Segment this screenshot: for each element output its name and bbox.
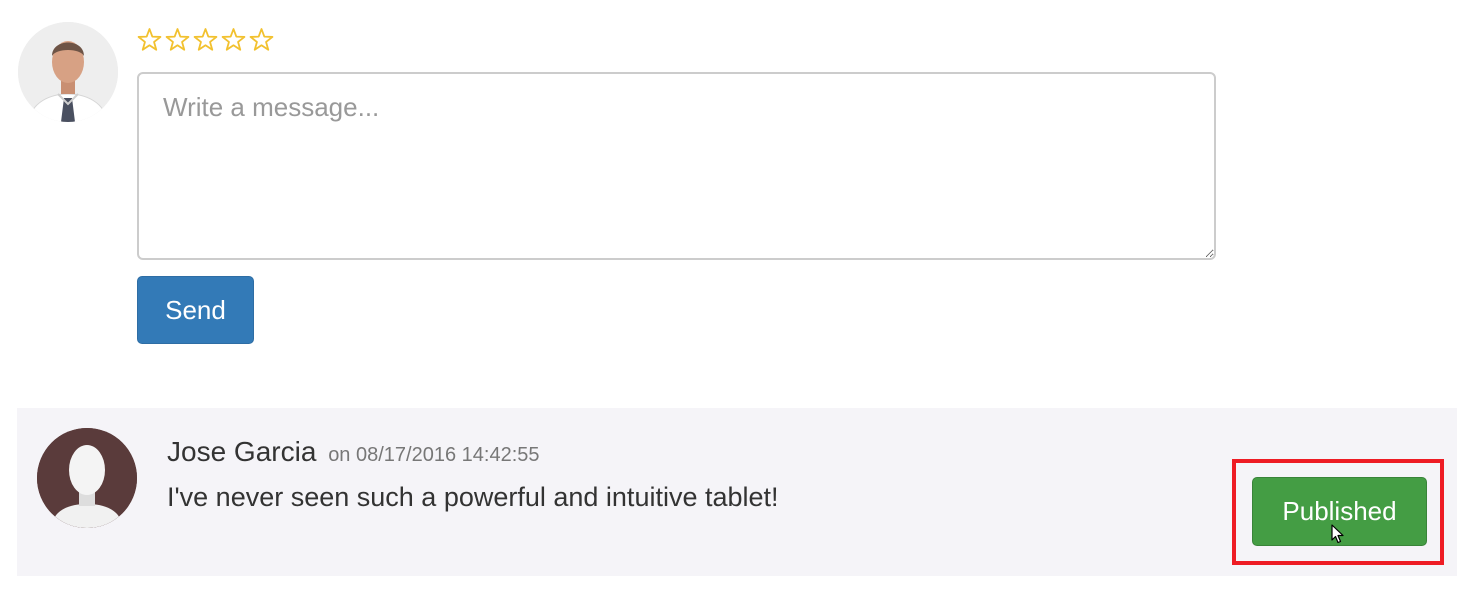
review-header: Jose Garcia on 08/17/2016 14:42:55 [167, 436, 540, 468]
reviewer-avatar [37, 428, 137, 528]
user-photo-icon [18, 22, 118, 122]
send-button[interactable]: Send [137, 276, 254, 344]
star-icon[interactable] [248, 26, 275, 53]
mouse-pointer-icon [1331, 524, 1344, 544]
review-card: Jose Garcia on 08/17/2016 14:42:55 I've … [17, 408, 1457, 576]
review-text: I've never seen such a powerful and intu… [167, 482, 779, 512]
current-user-avatar [18, 22, 118, 122]
review-date: on 08/17/2016 14:42:55 [328, 444, 540, 466]
message-input[interactable] [137, 72, 1216, 260]
star-icon[interactable] [220, 26, 247, 53]
star-icon[interactable] [136, 26, 163, 53]
review-author-name: Jose Garcia [167, 436, 317, 467]
rating-stars[interactable] [136, 26, 275, 53]
star-icon[interactable] [192, 26, 219, 53]
default-avatar-icon [37, 428, 137, 528]
review-page: Send Jose Garcia on 08/17/2016 14:42:55 … [0, 0, 1472, 590]
star-icon[interactable] [164, 26, 191, 53]
